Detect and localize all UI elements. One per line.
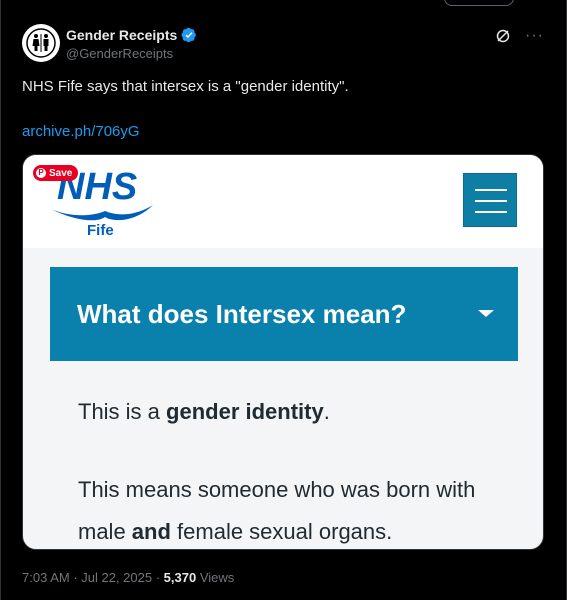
more-options-icon[interactable]: ··· [525,28,544,44]
verified-badge-icon [181,27,197,43]
post-meta: 7:03 AM · Jul 22, 2025 · 5,370 Views [22,570,234,585]
author-handle[interactable]: @GenderReceipts [66,46,173,61]
left-border [0,0,1,600]
views-label: Views [196,570,235,585]
post-date[interactable]: Jul 22, 2025 [81,570,152,585]
accordion-title: What does Intersex mean? [77,299,407,329]
screenshot-card[interactable]: NHS Fife P Save What does Intersex mean?… [22,154,544,550]
restroom-icon [26,28,56,58]
post-header: Gender Receipts @GenderReceipts ··· [22,24,552,64]
meta-separator: · [152,570,164,585]
pinterest-icon: P [36,168,46,178]
header-actions: ··· [495,28,544,44]
grok-icon[interactable] [495,28,511,44]
menu-line-icon [475,189,507,191]
previous-post-button[interactable] [444,0,514,6]
save-label: Save [49,167,73,179]
views-count[interactable]: 5,370 [164,570,197,585]
accordion-body: This is a gender identity. This means so… [50,361,518,549]
author-name-text[interactable]: Gender Receipts [66,27,177,43]
menu-line-icon [475,200,507,202]
accordion-header[interactable]: What does Intersex mean? [50,267,518,361]
nhs-logo-sub: Fife [87,222,114,239]
pinterest-save-button[interactable]: P Save [33,165,79,181]
definition-line-2: This means someone who was born with mal… [78,477,476,544]
avatar[interactable] [22,24,60,62]
caret-down-icon [478,310,494,317]
post-text: NHS Fife says that intersex is a "gender… [22,78,349,95]
menu-line-icon [475,211,507,213]
menu-button[interactable] [463,173,517,227]
site-header: NHS Fife P Save [23,155,543,248]
author-name[interactable]: Gender Receipts [66,27,197,43]
meta-separator: · [69,570,82,585]
definition-line-1: This is a gender identity. [78,399,330,424]
post-link[interactable]: archive.ph/706yG [22,123,140,140]
post-time[interactable]: 7:03 AM [22,570,70,585]
